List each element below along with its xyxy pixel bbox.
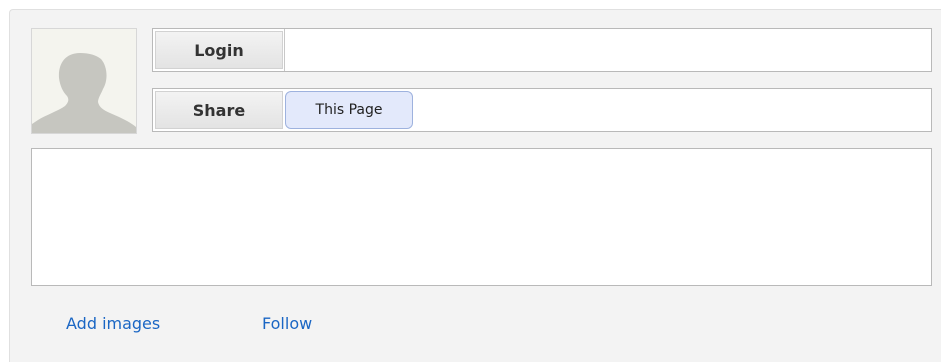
login-label: Login [155,31,283,69]
add-images-link[interactable]: Add images [66,314,160,333]
avatar [31,28,137,134]
share-widget-panel: Login Share This Page Add images Follow [9,9,941,362]
share-this-page-button[interactable]: This Page [285,91,413,129]
content-area[interactable] [31,148,932,286]
share-label: Share [155,91,283,129]
share-row: Share This Page [152,88,932,132]
footer-links: Add images Follow [10,314,941,338]
default-user-silhouette-icon [32,29,136,133]
follow-link[interactable]: Follow [262,314,312,333]
login-row: Login [152,28,932,72]
login-divider [284,29,285,71]
